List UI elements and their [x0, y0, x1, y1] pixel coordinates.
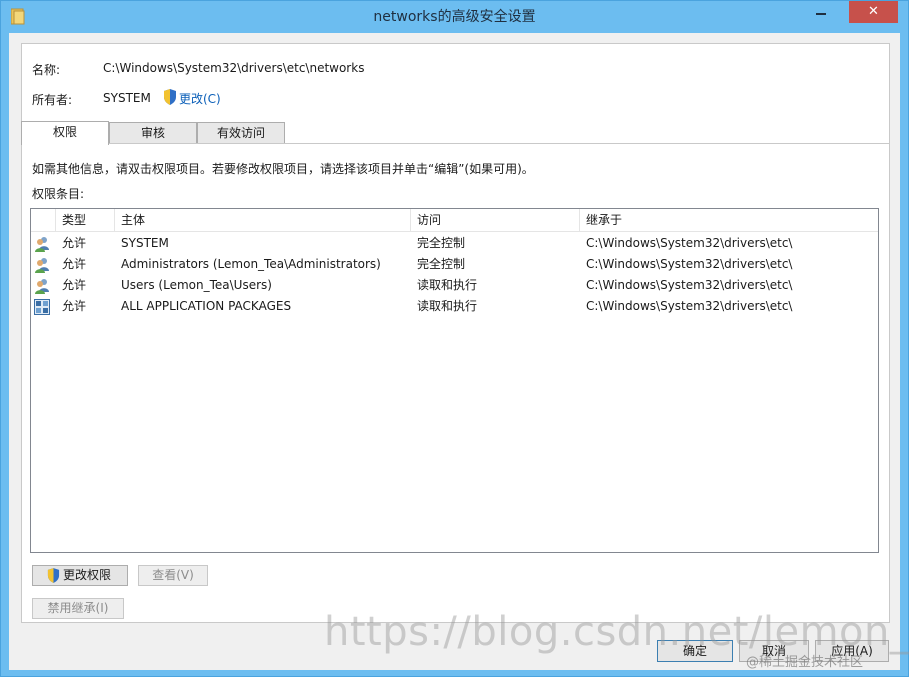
header-access[interactable]: 访问: [411, 209, 580, 232]
tab-auditing[interactable]: 审核: [109, 122, 197, 144]
watermark-site: @稀土掘金技术社区: [746, 655, 864, 670]
window-title: networks的高级安全设置: [373, 9, 536, 25]
row-type: 允许: [62, 299, 87, 313]
row-principal: SYSTEM: [121, 236, 169, 250]
row-principal: Administrators (Lemon_Tea\Administrators…: [121, 257, 381, 271]
owner-label: 所有者:: [32, 93, 73, 107]
user-group-icon: [35, 237, 49, 252]
tab-divider: [21, 143, 890, 144]
close-button[interactable]: ✕: [849, 1, 898, 23]
user-group-icon: [35, 258, 49, 273]
dialog-pane: 名称: C:\Windows\System32\drivers\etc\netw…: [9, 33, 900, 670]
row-inherited-from: C:\Windows\System32\drivers\etc\: [586, 257, 793, 271]
table-row[interactable]: 允许 ALL APPLICATION PACKAGES 读取和执行 C:\Win…: [31, 296, 878, 317]
row-access: 完全控制: [417, 236, 466, 250]
row-inherited-from: C:\Windows\System32\drivers\etc\: [586, 236, 793, 250]
header-principal[interactable]: 主体: [115, 209, 411, 232]
title-bar[interactable]: networks的高级安全设置 ✕: [1, 1, 908, 33]
row-type: 允许: [62, 257, 87, 271]
user-group-icon: [35, 279, 49, 294]
row-access: 读取和执行: [417, 278, 478, 292]
header-icon-column[interactable]: [31, 209, 56, 232]
instructions-text: 如需其他信息，请双击权限项目。若要修改权限项目，请选择该项目并单击“编辑”(如果…: [32, 162, 534, 176]
dialog-client-area: 名称: C:\Windows\System32\drivers\etc\netw…: [9, 33, 900, 670]
table-row[interactable]: 允许 Administrators (Lemon_Tea\Administrat…: [31, 254, 878, 275]
change-permissions-label: 更改权限: [63, 568, 112, 582]
security-settings-window: networks的高级安全设置 ✕ 名称: C:\Windows\System3…: [0, 0, 909, 677]
row-inherited-from: C:\Windows\System32\drivers\etc\: [586, 299, 793, 313]
disable-inheritance-button[interactable]: 禁用继承(I): [32, 598, 124, 619]
header-type[interactable]: 类型: [56, 209, 115, 232]
row-type: 允许: [62, 278, 87, 292]
name-label: 名称:: [32, 63, 61, 77]
header-inherited-from[interactable]: 继承于: [580, 209, 878, 232]
row-access: 完全控制: [417, 257, 466, 271]
tab-permissions[interactable]: 权限: [21, 121, 109, 145]
entries-label: 权限条目:: [32, 187, 85, 201]
watermark-url: https://blog.csdn.net/lemon_tlee: [324, 609, 909, 655]
table-row[interactable]: 允许 SYSTEM 完全控制 C:\Windows\System32\drive…: [31, 233, 878, 254]
list-header: 类型 主体 访问 继承于: [31, 209, 878, 232]
row-type: 允许: [62, 236, 87, 250]
change-owner-link[interactable]: 更改(C): [179, 90, 221, 107]
minimize-button[interactable]: [798, 1, 844, 25]
row-principal: ALL APPLICATION PACKAGES: [121, 299, 292, 313]
tab-effective-access[interactable]: 有效访问: [197, 122, 285, 144]
row-inherited-from: C:\Windows\System32\drivers\etc\: [586, 278, 793, 292]
uac-shield-icon: [164, 89, 176, 105]
row-access: 读取和执行: [417, 299, 478, 313]
change-permissions-button[interactable]: 更改权限: [32, 565, 128, 586]
app-packages-icon: [34, 299, 50, 315]
permission-entries-list[interactable]: 类型 主体 访问 继承于 允许 SYSTEM 完全控制 C:\Windows\S…: [30, 208, 879, 553]
uac-shield-icon: [47, 568, 60, 583]
view-button[interactable]: 查看(V): [138, 565, 208, 586]
table-row[interactable]: 允许 Users (Lemon_Tea\Users) 读取和执行 C:\Wind…: [31, 275, 878, 296]
owner-value: SYSTEM: [103, 91, 151, 105]
minimize-icon: [816, 13, 826, 15]
row-principal: Users (Lemon_Tea\Users): [121, 278, 272, 292]
name-value: C:\Windows\System32\drivers\etc\networks: [103, 61, 365, 75]
